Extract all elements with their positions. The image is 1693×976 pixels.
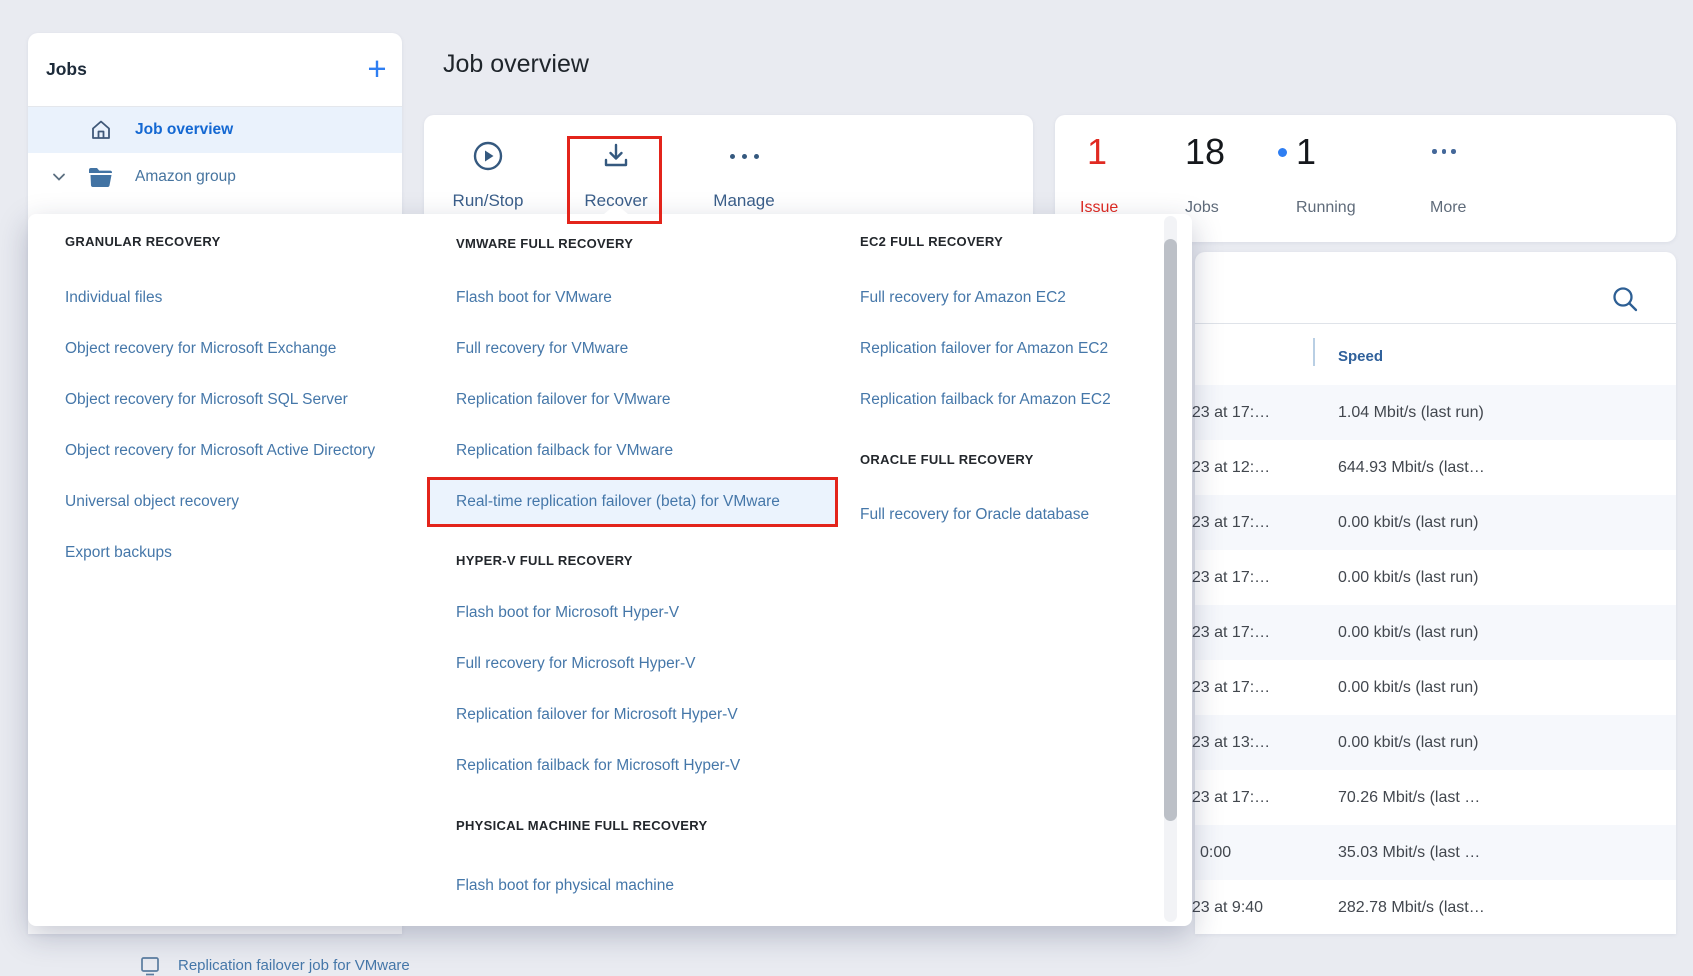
jobs-label: Jobs [1185, 199, 1219, 217]
recover-dropdown-menu: GRANULAR RECOVERY Individual filesObject… [28, 214, 1192, 926]
table-row[interactable]: 023 at 9:40 282.78 Mbit/s (last… [1195, 880, 1676, 935]
menu-item[interactable]: Replication failover for VMware [426, 374, 780, 425]
menu-item[interactable]: Export backups [65, 527, 375, 578]
menu-item[interactable]: Replication failover for Microsoft Hyper… [456, 689, 740, 740]
running-dot-icon [1278, 148, 1287, 157]
column-separator[interactable] [1313, 338, 1315, 366]
row-speed: 70.26 Mbit/s (last … [1338, 789, 1480, 807]
download-icon [566, 139, 666, 173]
row-last-run-date: 0:00 [1200, 844, 1231, 862]
row-last-run-date: 023 at 17:… [1183, 624, 1270, 642]
job-icon [140, 956, 160, 976]
sidebar-item-label: Job overview [135, 121, 233, 139]
row-last-run-date: 023 at 17:… [1183, 789, 1270, 807]
row-speed: 35.03 Mbit/s (last … [1338, 844, 1480, 862]
granular-recovery-list: Individual filesObject recovery for Micr… [65, 272, 375, 578]
ec2-recovery-list: Full recovery for Amazon EC2Replication … [860, 272, 1111, 425]
row-last-run-date: 023 at 17:… [1183, 514, 1270, 532]
row-speed: 1.04 Mbit/s (last run) [1338, 404, 1484, 422]
hyperv-full-recovery-header: HYPER-V FULL RECOVERY [456, 553, 633, 568]
menu-item[interactable]: Object recovery for Microsoft SQL Server [65, 374, 375, 425]
sidebar-item-replication-failover-job[interactable]: Replication failover job for VMware [28, 922, 402, 967]
search-icon[interactable] [1610, 284, 1642, 316]
jobs-count: 18 [1185, 131, 1225, 173]
hyperv-recovery-list: Flash boot for Microsoft Hyper-VFull rec… [456, 587, 740, 791]
manage-label: Manage [694, 191, 794, 211]
row-last-run-date: 023 at 17:… [1183, 404, 1270, 422]
row-speed: 0.00 kbit/s (last run) [1338, 514, 1479, 532]
vmware-full-recovery-header: VMWARE FULL RECOVERY [456, 236, 633, 251]
folder-open-icon [88, 167, 114, 187]
menu-item[interactable]: Universal object recovery [65, 476, 375, 527]
row-speed: 0.00 kbit/s (last run) [1338, 734, 1479, 752]
menu-item[interactable]: Full recovery for Amazon EC2 [860, 272, 1111, 323]
table-row[interactable]: 023 at 17:… 0.00 kbit/s (last run) [1195, 605, 1676, 660]
menu-item[interactable]: Replication failback for VMware [426, 425, 780, 476]
chevron-down-icon[interactable] [51, 169, 67, 185]
table-row[interactable]: 023 at 13:… 0.00 kbit/s (last run) [1195, 715, 1676, 770]
row-speed: 0.00 kbit/s (last run) [1338, 624, 1479, 642]
menu-item[interactable]: Replication failback for Amazon EC2 [860, 374, 1111, 425]
more-label: More [1430, 199, 1466, 217]
play-circle-icon [438, 139, 538, 173]
table-header-divider [1195, 323, 1676, 324]
table-row[interactable]: 023 at 17:… 0.00 kbit/s (last run) [1195, 660, 1676, 715]
table-row[interactable]: 023 at 17:… 70.26 Mbit/s (last … [1195, 770, 1676, 825]
table-row[interactable]: 0:00 35.03 Mbit/s (last … [1195, 825, 1676, 880]
dropdown-caret [604, 204, 628, 214]
add-job-button[interactable]: + [354, 43, 400, 95]
menu-item[interactable]: Real-time replication failover (beta) fo… [426, 476, 780, 527]
menu-item[interactable]: Flash boot for VMware [426, 272, 780, 323]
jobs-table-card: Speed 023 at 17:… 1.04 Mbit/s (last run)… [1195, 252, 1676, 934]
run-stop-label: Run/Stop [438, 191, 538, 211]
menu-item[interactable]: Full recovery for Microsoft Hyper-V [456, 638, 740, 689]
row-speed: 644.93 Mbit/s (last… [1338, 459, 1485, 477]
physical-recovery-list: Flash boot for physical machine [456, 860, 674, 911]
menu-item[interactable]: Flash boot for physical machine [456, 860, 674, 911]
table-row[interactable]: 023 at 17:… 0.00 kbit/s (last run) [1195, 550, 1676, 605]
more-ellipsis-icon [1432, 149, 1456, 154]
physical-machine-full-recovery-header: PHYSICAL MACHINE FULL RECOVERY [456, 818, 707, 833]
speed-column-header[interactable]: Speed [1338, 348, 1383, 365]
row-last-run-date: 023 at 9:40 [1183, 899, 1263, 917]
sidebar-header: Jobs + [28, 33, 402, 106]
oracle-recovery-list: Full recovery for Oracle database [860, 489, 1089, 540]
sidebar-item-label: Replication failover job for VMware [178, 957, 410, 974]
table-row[interactable]: 023 at 17:… 0.00 kbit/s (last run) [1195, 495, 1676, 550]
table-row[interactable]: 023 at 12:… 644.93 Mbit/s (last… [1195, 440, 1676, 495]
running-count: 1 [1278, 131, 1316, 173]
running-label: Running [1296, 199, 1356, 217]
ec2-full-recovery-header: EC2 FULL RECOVERY [860, 234, 1003, 249]
menu-item[interactable]: Full recovery for VMware [426, 323, 780, 374]
row-last-run-date: 023 at 17:… [1183, 569, 1270, 587]
menu-item[interactable]: Object recovery for Microsoft Active Dir… [65, 425, 375, 476]
row-speed: 0.00 kbit/s (last run) [1338, 569, 1479, 587]
home-icon [89, 118, 113, 142]
vmware-recovery-list: Flash boot for VMwareFull recovery for V… [456, 272, 780, 527]
menu-item[interactable]: Replication failover for Amazon EC2 [860, 323, 1111, 374]
row-speed: 0.00 kbit/s (last run) [1338, 679, 1479, 697]
sidebar-item-label: Amazon group [135, 168, 236, 186]
menu-item[interactable]: Object recovery for Microsoft Exchange [65, 323, 375, 374]
oracle-full-recovery-header: ORACLE FULL RECOVERY [860, 452, 1034, 467]
jobs-table-rows: 023 at 17:… 1.04 Mbit/s (last run) 023 a… [1195, 385, 1676, 935]
dropdown-scrollbar-thumb[interactable] [1164, 239, 1177, 821]
menu-item[interactable]: Full recovery for Oracle database [860, 489, 1089, 540]
ellipsis-icon [694, 139, 794, 173]
table-row[interactable]: 023 at 17:… 1.04 Mbit/s (last run) [1195, 385, 1676, 440]
sidebar-title: Jobs [46, 59, 87, 80]
menu-item[interactable]: Individual files [65, 272, 375, 323]
page-title: Job overview [443, 50, 589, 79]
sidebar-item-amazon-group[interactable]: Amazon group [28, 154, 402, 200]
row-last-run-date: 023 at 13:… [1183, 734, 1270, 752]
sidebar-item-job-overview[interactable]: Job overview [28, 107, 402, 153]
issue-count: 1 [1087, 131, 1107, 173]
menu-item[interactable]: Flash boot for Microsoft Hyper-V [456, 587, 740, 638]
granular-recovery-header: GRANULAR RECOVERY [65, 234, 221, 249]
row-last-run-date: 023 at 12:… [1183, 459, 1270, 477]
menu-item[interactable]: Replication failback for Microsoft Hyper… [456, 740, 740, 791]
row-last-run-date: 023 at 17:… [1183, 679, 1270, 697]
row-speed: 282.78 Mbit/s (last… [1338, 899, 1485, 917]
